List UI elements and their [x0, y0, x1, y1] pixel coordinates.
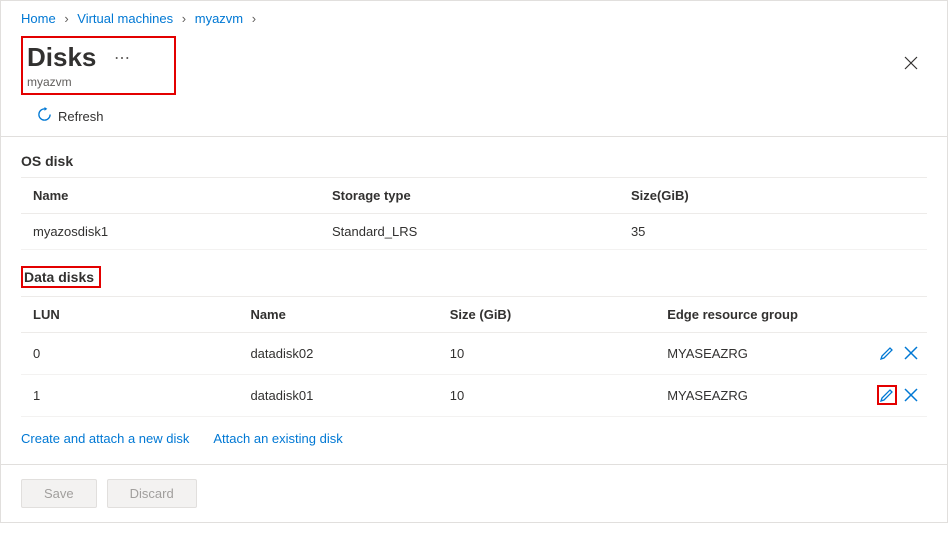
delete-button[interactable] — [901, 385, 921, 405]
osdisk-title: OS disk — [21, 153, 927, 169]
close-icon — [903, 345, 919, 361]
datadisks-table: LUN Name Size (GiB) Edge resource group … — [21, 296, 927, 417]
chevron-right-icon: › — [182, 11, 186, 26]
datadisk-rg: MYASEAZRG — [655, 333, 854, 375]
close-icon — [903, 55, 919, 71]
breadcrumb-vms[interactable]: Virtual machines — [77, 11, 173, 26]
datadisks-title: Data disks — [21, 266, 101, 288]
datadisk-size: 10 — [438, 375, 655, 417]
osdisk-table: Name Storage type Size(GiB) myazosdisk1 … — [21, 177, 927, 250]
refresh-icon — [37, 107, 52, 126]
osdisk-name: myazosdisk1 — [21, 214, 320, 250]
osdisk-col-size: Size(GiB) — [619, 178, 927, 214]
osdisk-col-storage: Storage type — [320, 178, 619, 214]
pencil-icon — [879, 387, 895, 403]
close-button[interactable] — [895, 51, 927, 80]
page-title-block: Disks ⋯ myazvm — [21, 36, 176, 95]
close-icon — [903, 387, 919, 403]
datadisk-lun: 0 — [21, 333, 238, 375]
refresh-button[interactable]: Refresh — [37, 107, 927, 126]
refresh-label: Refresh — [58, 109, 104, 124]
create-disk-link[interactable]: Create and attach a new disk — [21, 431, 189, 446]
edit-button[interactable] — [877, 385, 897, 405]
datadisks-col-name: Name — [238, 297, 437, 333]
datadisk-name: datadisk01 — [238, 375, 437, 417]
page-title: Disks — [27, 42, 96, 73]
breadcrumb-home[interactable]: Home — [21, 11, 56, 26]
osdisk-storage: Standard_LRS — [320, 214, 619, 250]
chevron-right-icon: › — [64, 11, 68, 26]
datadisks-col-rg: Edge resource group — [655, 297, 854, 333]
datadisk-size: 10 — [438, 333, 655, 375]
delete-button[interactable] — [901, 343, 921, 363]
page-subtitle: myazvm — [27, 75, 168, 89]
save-button[interactable]: Save — [21, 479, 97, 508]
table-row: 0 datadisk02 10 MYASEAZRG — [21, 333, 927, 375]
table-row: 1 datadisk01 10 MYASEAZRG — [21, 375, 927, 417]
datadisk-lun: 1 — [21, 375, 238, 417]
pencil-icon — [879, 345, 895, 361]
osdisk-col-name: Name — [21, 178, 320, 214]
discard-button[interactable]: Discard — [107, 479, 197, 508]
table-row: myazosdisk1 Standard_LRS 35 — [21, 214, 927, 250]
datadisk-rg: MYASEAZRG — [655, 375, 854, 417]
breadcrumb: Home › Virtual machines › myazvm › — [1, 1, 947, 36]
datadisks-col-size: Size (GiB) — [438, 297, 655, 333]
datadisks-col-lun: LUN — [21, 297, 238, 333]
chevron-right-icon: › — [252, 11, 256, 26]
edit-button[interactable] — [877, 343, 897, 363]
datadisk-name: datadisk02 — [238, 333, 437, 375]
more-icon[interactable]: ⋯ — [114, 50, 130, 67]
attach-disk-link[interactable]: Attach an existing disk — [213, 431, 342, 446]
osdisk-size: 35 — [619, 214, 927, 250]
breadcrumb-vm[interactable]: myazvm — [195, 11, 243, 26]
